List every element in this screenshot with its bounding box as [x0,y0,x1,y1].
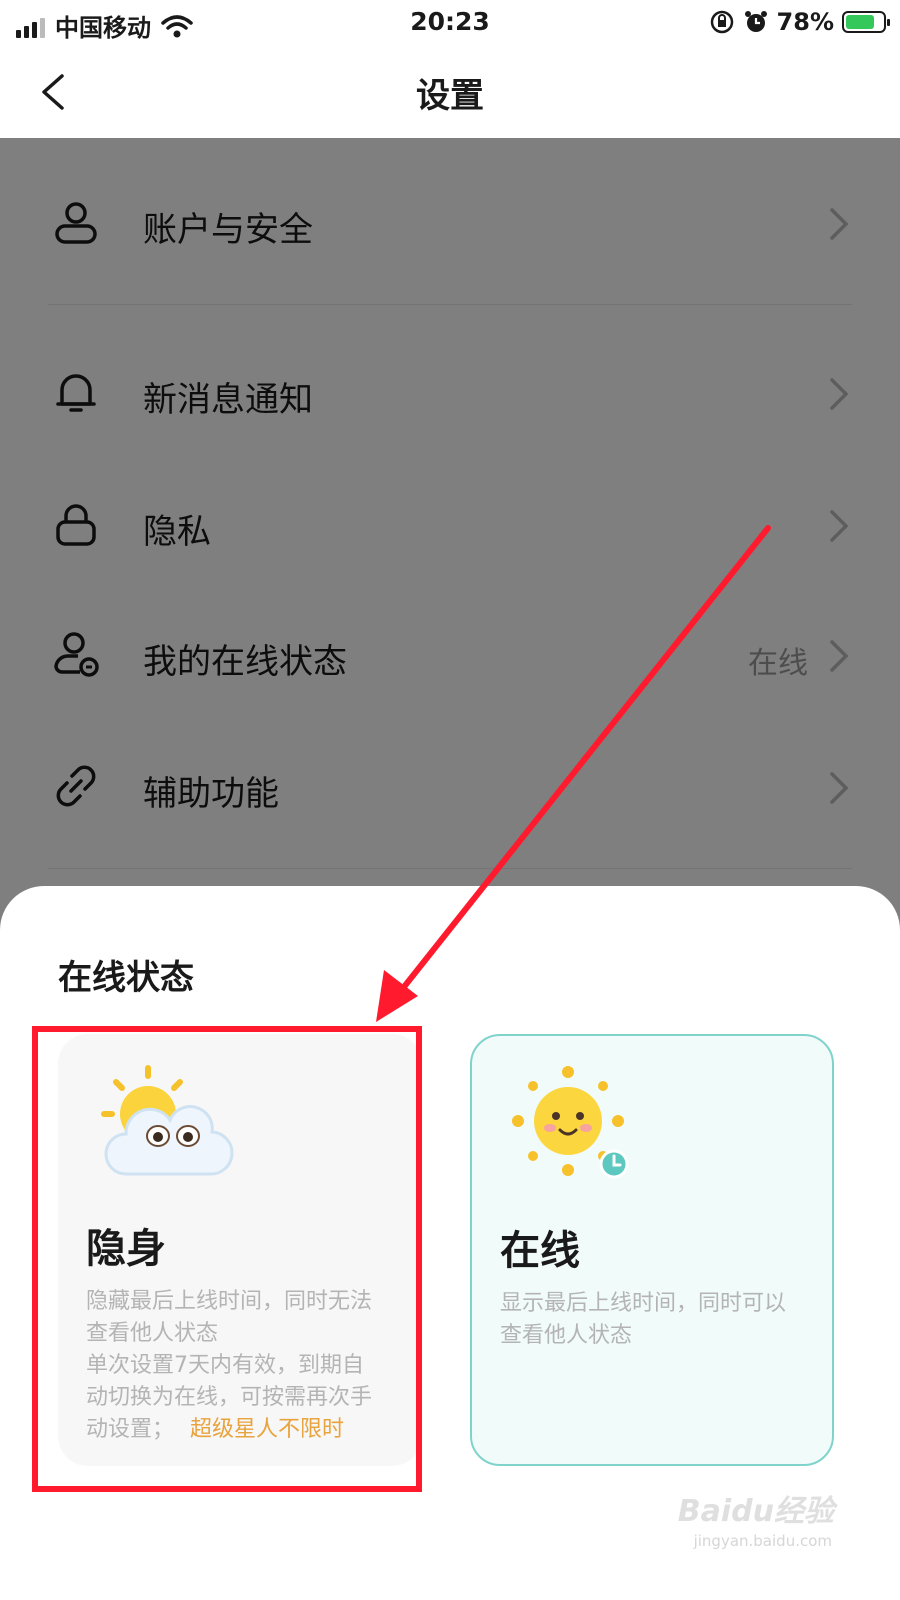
status-bar: 中国移动 20:23 78% [0,0,900,46]
sheet-title: 在线状态 [58,958,194,998]
option-description: 显示最后上线时间，同时可以 查看他人状态 [500,1288,820,1352]
nav-bar: 设置 [0,46,900,138]
battery-percentage: 78% [776,8,834,36]
orientation-lock-icon [710,10,733,34]
status-right: 78% [709,8,890,36]
option-name: 在线 [500,1228,580,1274]
watermark-url: jingyan.baidu.com [693,1532,832,1550]
battery-fill [846,15,875,29]
description-line: 查看他人状态 [500,1323,633,1348]
page-title: 设置 [416,76,484,116]
battery-icon [842,11,890,33]
highlight-box [32,1026,422,1492]
online-option-card[interactable]: 在线 显示最后上线时间，同时可以 查看他人状态 [470,1034,834,1466]
alarm-icon [744,11,767,32]
settings-screen: 中国移动 20:23 78% 设置 在线状态 隐身 隐藏最后上线时间，同时无法 … [0,0,900,1600]
sun-emoji-icon [512,1066,629,1179]
watermark-logo: Baidu经验 [677,1494,834,1529]
description-line: 显示最后上线时间，同时可以 [500,1291,787,1316]
